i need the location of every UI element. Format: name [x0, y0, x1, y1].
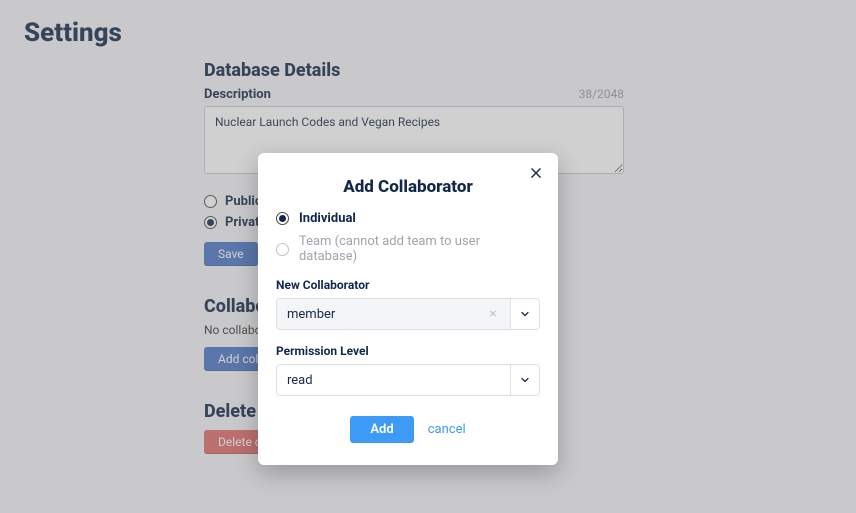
add-collaborator-modal: Add Collaborator Individual Team (cannot… [258, 153, 558, 465]
collaborator-type-team: Team (cannot add team to user database) [276, 234, 540, 264]
chevron-down-icon[interactable] [511, 365, 539, 395]
permission-level-select[interactable]: read [276, 364, 540, 396]
chevron-down-icon[interactable] [511, 299, 539, 329]
radio-icon [276, 212, 289, 225]
modal-cancel-button[interactable]: cancel [428, 422, 466, 437]
clear-icon[interactable]: × [486, 307, 500, 321]
new-collaborator-label: New Collaborator [276, 278, 540, 292]
collaborator-type-team-label: Team (cannot add team to user database) [299, 234, 540, 264]
collaborator-type-individual-label: Individual [299, 211, 356, 226]
permission-level-label: Permission Level [276, 344, 540, 358]
modal-title: Add Collaborator [276, 177, 540, 197]
modal-add-button[interactable]: Add [350, 416, 413, 443]
radio-icon [276, 243, 289, 256]
close-icon[interactable] [526, 163, 546, 183]
collaborator-type-individual[interactable]: Individual [276, 211, 540, 226]
new-collaborator-value: member [287, 307, 480, 322]
permission-level-value: read [287, 373, 500, 388]
new-collaborator-combobox[interactable]: member × [276, 298, 540, 330]
